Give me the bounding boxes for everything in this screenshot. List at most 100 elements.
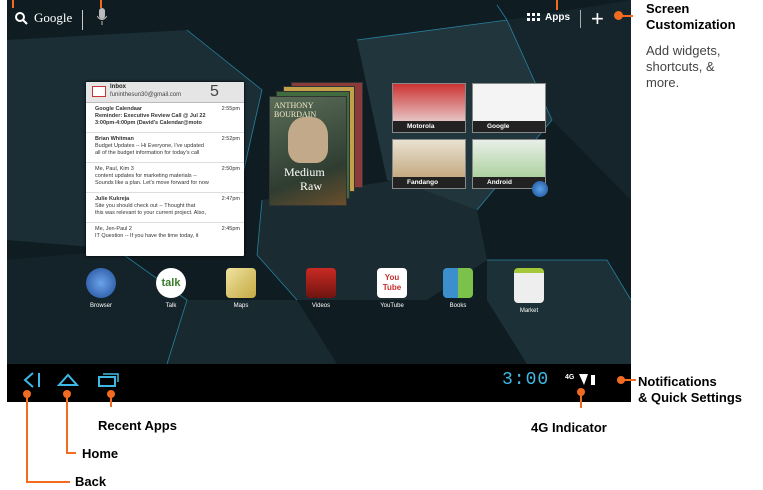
book-title-line1: Medium <box>284 165 325 179</box>
email-preview: all of the budget information for today'… <box>95 150 200 156</box>
email-preview: 3:00pm-4:00pm (David's Calendar@moto <box>95 120 202 126</box>
bookmark-tile[interactable]: Google <box>472 83 546 133</box>
callout-desc-line: more. <box>646 75 680 90</box>
email-time: 2:52pm <box>221 136 240 142</box>
email-sender: Me, Paul, Kim 3 <box>95 166 134 172</box>
callout-line-home-h <box>66 452 76 454</box>
email-sender: Julie Kukreja <box>95 196 130 202</box>
app-books[interactable]: Books <box>428 268 488 309</box>
callout-back: Back <box>75 474 107 489</box>
books-widget[interactable]: ANTHONY BOURDAIN Medium Raw <box>269 82 367 206</box>
app-label: YouTube <box>380 303 404 309</box>
gmail-icon <box>92 86 106 97</box>
maps-icon <box>226 268 256 298</box>
callout-line-home <box>66 396 68 454</box>
callout-dot <box>614 11 623 20</box>
email-subject: IT Question -- If you have the time toda… <box>95 233 199 239</box>
book-title-line2: Raw <box>300 179 322 193</box>
system-bar: 3:00 4G <box>7 364 631 402</box>
google-search-bar[interactable]: Google <box>15 10 72 26</box>
account-email: funinthesun30@gmail.com <box>110 92 182 98</box>
email-widget-header: Inbox funinthesun30@gmail.com 5 <box>86 82 244 103</box>
back-icon[interactable] <box>19 372 41 388</box>
callout-line-back <box>26 396 28 483</box>
callout-text: Notifications <box>638 374 717 389</box>
callout-text: & Quick Settings <box>638 390 743 405</box>
topbar-divider <box>580 10 581 28</box>
email-preview: this was relevant to your current projec… <box>95 210 206 216</box>
app-label: Browser <box>89 303 112 309</box>
callout-screen-customization-desc: Add widgets, shortcuts, & more. <box>646 43 720 91</box>
callout-desc-line: Add widgets, <box>646 43 721 58</box>
youtube-icon: You Tube <box>377 268 407 298</box>
app-label: Maps <box>233 303 249 309</box>
email-subject: Budget Updates -- Hi Everyone, I've upda… <box>95 143 204 149</box>
bookmark-tile[interactable]: Motorola <box>392 83 466 133</box>
recent-apps-icon[interactable] <box>97 372 119 388</box>
film-icon <box>306 268 336 298</box>
email-widget[interactable]: Inbox funinthesun30@gmail.com 5 Google C… <box>86 82 244 256</box>
app-videos[interactable]: Videos <box>291 268 351 309</box>
book-cover-front[interactable]: ANTHONY BOURDAIN Medium Raw <box>269 96 347 206</box>
email-time: 2:55pm <box>221 106 240 112</box>
callout-screen-customization-title: Screen Customization <box>646 1 746 33</box>
app-label: Market <box>519 308 539 314</box>
callout-desc-line: shortcuts, & <box>646 59 715 74</box>
callout-line-mic <box>100 0 102 8</box>
bookmark-label: Fandango <box>393 177 465 188</box>
talk-icon: talk <box>156 268 186 298</box>
email-item[interactable]: Brian Whitman 2:52pm Budget Updates -- H… <box>86 133 244 163</box>
callout-line-4g <box>580 394 582 408</box>
app-label: Books <box>449 303 467 309</box>
bookmarks-widget[interactable]: Motorola Google Fandango Android <box>392 83 552 197</box>
email-time: 2:47pm <box>221 196 240 202</box>
email-item[interactable]: Me, Paul, Kim 3 2:50pm content updates f… <box>86 163 244 193</box>
inbox-title: Inbox <box>110 84 126 90</box>
email-subject: Reminder: Executive Review Call @ Jul 22 <box>95 113 206 119</box>
tablet-home-screen: Google Apps + Inbox funinthesun30@gmail.… <box>7 0 631 402</box>
email-item[interactable]: Google Calendaar 2:55pm Reminder: Execut… <box>86 103 244 133</box>
app-maps[interactable]: Maps <box>211 268 271 309</box>
bookmark-label: Motorola <box>393 121 465 132</box>
callout-line-recent <box>110 396 112 407</box>
email-preview: Sounds like a plan. Let's move forward f… <box>95 180 209 186</box>
app-talk[interactable]: talk Talk <box>141 268 201 309</box>
network-indicator: 4G <box>565 374 575 381</box>
app-youtube[interactable]: You Tube YouTube <box>362 268 422 309</box>
callout-line-back-h <box>26 481 70 483</box>
globe-icon <box>86 268 116 298</box>
app-dock: Browser talk Talk Maps Videos You Tube Yo… <box>7 268 631 328</box>
app-market[interactable]: Market <box>499 268 559 314</box>
callout-home: Home <box>82 446 119 461</box>
callout-notifications: Notifications & Quick Settings <box>638 374 742 406</box>
search-divider <box>82 10 83 30</box>
email-subject: Site you should check out -- Thought tha… <box>95 203 196 209</box>
email-time: 2:45pm <box>221 226 240 232</box>
clock[interactable]: 3:00 <box>502 370 549 390</box>
signal-battery-icon[interactable] <box>579 374 599 386</box>
unread-count: 5 <box>210 83 219 100</box>
bookmark-tile[interactable]: Fandango <box>392 139 466 189</box>
email-item[interactable]: Me, Jen-Paul 2 2:45pm IT Question -- If … <box>86 223 244 253</box>
email-item[interactable]: Julie Kukreja 2:47pm Site you should che… <box>86 193 244 223</box>
search-label: Google <box>34 10 73 25</box>
callout-recent-apps: Recent Apps <box>98 418 177 433</box>
microphone-icon[interactable] <box>97 8 107 26</box>
add-widget-button[interactable]: + <box>591 6 604 32</box>
email-subject: content updates for marketing materials … <box>95 173 197 179</box>
apps-button[interactable]: Apps <box>527 12 570 23</box>
search-icon <box>15 11 28 25</box>
callout-line-search <box>12 0 14 8</box>
home-icon[interactable] <box>57 372 79 388</box>
bookmark-label: Google <box>473 121 545 132</box>
app-label: Videos <box>311 303 331 309</box>
email-sender: Brian Whitman <box>95 136 134 142</box>
email-sender: Google Calendaar <box>95 106 143 112</box>
market-bag-icon <box>514 268 544 303</box>
app-browser[interactable]: Browser <box>71 268 131 309</box>
callout-title-text: Screen Customization <box>646 1 736 32</box>
email-sender: Me, Jen-Paul 2 <box>95 226 132 232</box>
book-icon <box>443 268 473 298</box>
email-time: 2:50pm <box>221 166 240 172</box>
callout-line-apps <box>556 0 558 10</box>
